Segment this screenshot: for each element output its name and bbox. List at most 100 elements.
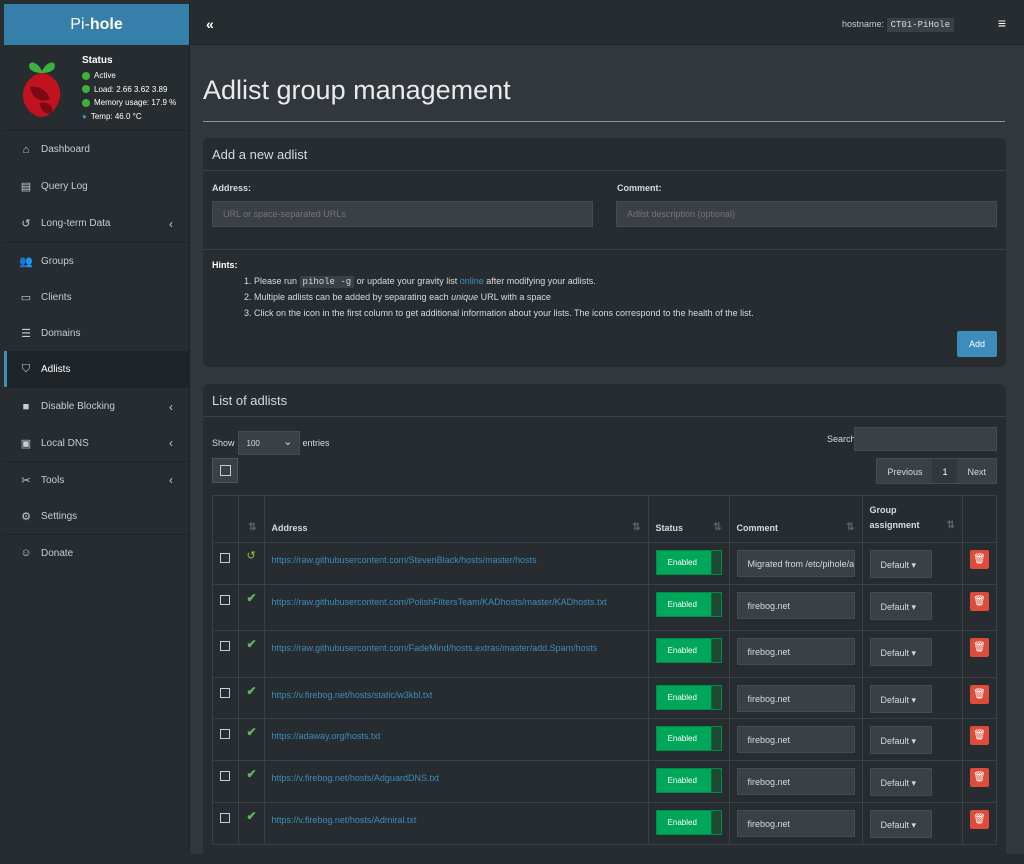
col-health[interactable]: ⇅ (238, 495, 265, 543)
row-checkbox[interactable] (220, 813, 230, 823)
check-icon[interactable]: ✔ (246, 725, 256, 739)
col-address-label: Address (271, 523, 308, 533)
toggle-handle (710, 639, 721, 662)
row-checkbox[interactable] (220, 553, 230, 563)
group-select[interactable]: Default ▾ (869, 810, 932, 838)
col-status-label: Status (655, 523, 684, 533)
comment-field[interactable]: Migrated from /etc/pihole/adlists.list (736, 550, 855, 577)
row-health-cell: ↺ (238, 542, 265, 585)
row-checkbox[interactable] (220, 688, 230, 698)
row-checkbox[interactable] (220, 595, 230, 605)
comment-field[interactable]: firebog.net (736, 810, 855, 837)
sidebar-item-settings[interactable]: ⚙ Settings (4, 498, 189, 534)
col-comment[interactable]: Comment ⇅ (728, 495, 863, 543)
previous-page-button[interactable]: Previous (877, 459, 932, 483)
check-icon[interactable]: ✔ (246, 809, 256, 823)
col-group[interactable]: Group assignment ⇅ (861, 495, 963, 543)
page-1-button[interactable]: 1 (932, 459, 958, 483)
row-action-cell: 🗑 (961, 630, 998, 678)
row-status-cell: Enabled (647, 760, 730, 803)
sidebar-item-query-log[interactable]: ▤ Query Log (4, 168, 189, 205)
sidebar-item-adlists[interactable]: ⛉ Adlists (4, 351, 189, 387)
comment-field[interactable]: firebog.net (736, 592, 855, 619)
trash-icon[interactable]: 🗑 (969, 726, 989, 745)
status-toggle[interactable]: Enabled (655, 726, 722, 751)
status-toggle[interactable]: Enabled (655, 768, 722, 793)
toggle-label: Enabled (667, 693, 697, 702)
col-status[interactable]: Status ⇅ (647, 495, 730, 543)
trash-icon[interactable]: 🗑 (969, 685, 989, 704)
hamburger-menu-icon[interactable]: ≡ (998, 15, 1006, 31)
logo-prefix: Pi- (70, 15, 90, 33)
trash-icon[interactable]: 🗑 (969, 592, 989, 611)
col-address[interactable]: Address ⇅ (263, 495, 649, 543)
row-action-cell: 🗑 (961, 542, 998, 585)
group-select[interactable]: Default ▾ (869, 726, 932, 754)
adlist-address-link[interactable]: https://v.firebog.net/hosts/AdguardDNS.t… (272, 770, 641, 786)
sidebar-item-local-dns[interactable]: ▣ Local DNS ‹ (4, 425, 189, 461)
history-icon[interactable]: ↺ (246, 549, 256, 562)
sidebar-item-groups[interactable]: 👥 Groups (4, 243, 189, 279)
file-icon: ▤ (20, 181, 32, 193)
comment-field[interactable]: firebog.net (736, 638, 855, 665)
raspberry-logo-icon (22, 62, 61, 117)
adlist-address-link[interactable]: https://raw.githubusercontent.com/FadeMi… (272, 640, 641, 656)
trash-icon[interactable]: 🗑 (969, 550, 989, 569)
row-address-cell: https://raw.githubusercontent.com/FadeMi… (263, 630, 649, 678)
row-checkbox[interactable] (220, 729, 230, 739)
row-checkbox[interactable] (220, 641, 230, 651)
status-temp: ● Temp: 46.0 °C (82, 110, 176, 124)
comment-field[interactable]: firebog.net (736, 685, 855, 712)
row-select-cell (211, 802, 240, 845)
entries-select[interactable]: 100 (237, 431, 300, 455)
trash-icon[interactable]: 🗑 (969, 638, 989, 657)
row-status-cell: Enabled (647, 630, 730, 678)
adlist-address-link[interactable]: https://raw.githubusercontent.com/Polish… (272, 594, 641, 610)
group-select[interactable]: Default ▾ (869, 550, 932, 578)
online-link[interactable]: online (460, 276, 484, 286)
row-action-cell: 🗑 (961, 802, 998, 845)
trash-icon[interactable]: 🗑 (969, 810, 989, 829)
toggle-label: Enabled (667, 600, 697, 609)
comment-input[interactable] (616, 201, 997, 227)
check-icon[interactable]: ✔ (246, 637, 256, 651)
pihole-logo-link[interactable]: Pi-hole (4, 4, 189, 45)
status-toggle[interactable]: Enabled (655, 550, 722, 575)
status-toggle[interactable]: Enabled (655, 685, 722, 710)
status-toggle[interactable]: Enabled (655, 638, 722, 663)
adlist-address-link[interactable]: https://v.firebog.net/hosts/Admiral.txt (272, 812, 641, 828)
group-select[interactable]: Default ▾ (869, 592, 932, 620)
sidebar-item-dashboard[interactable]: ⌂ Dashboard (4, 131, 189, 168)
group-select[interactable]: Default ▾ (869, 638, 932, 666)
sidebar-item-clients[interactable]: ▭ Clients (4, 279, 189, 315)
sidebar-item-long-term-data[interactable]: ↺ Long-term Data ‹ (4, 205, 189, 242)
adlist-address-link[interactable]: https://v.firebog.net/hosts/static/w3kbl… (272, 687, 641, 703)
search-input[interactable] (854, 427, 997, 451)
status-toggle[interactable]: Enabled (655, 810, 722, 835)
trash-icon[interactable]: 🗑 (969, 768, 989, 787)
stop-icon: ■ (22, 400, 30, 413)
sidebar-item-domains[interactable]: ☰ Domains (4, 315, 189, 351)
row-checkbox[interactable] (220, 771, 230, 781)
main-content: Adlist group management Add a new adlist… (190, 45, 1024, 864)
comment-field[interactable]: firebog.net (736, 726, 855, 753)
adlist-address-link[interactable]: https://raw.githubusercontent.com/Steven… (272, 552, 641, 568)
sidebar-item-tools[interactable]: ✂ Tools ‹ (4, 462, 189, 498)
group-select[interactable]: Default ▾ (869, 768, 932, 796)
select-all-button[interactable] (212, 458, 238, 483)
comment-field[interactable]: firebog.net (736, 768, 855, 795)
status-toggle[interactable]: Enabled (655, 592, 722, 617)
check-icon[interactable]: ✔ (246, 591, 256, 605)
sidebar-item-donate[interactable]: ☺ Donate (4, 535, 189, 571)
next-page-button[interactable]: Next (957, 459, 996, 483)
group-select[interactable]: Default ▾ (869, 685, 932, 713)
check-icon[interactable]: ✔ (246, 684, 256, 698)
row-action-cell: 🗑 (961, 718, 998, 761)
sidebar-item-disable-blocking[interactable]: ■ Disable Blocking ‹ (4, 388, 189, 425)
sidebar-toggle-button[interactable]: « (206, 16, 214, 32)
check-icon[interactable]: ✔ (246, 767, 256, 781)
address-input[interactable] (212, 201, 593, 227)
row-address-cell: https://raw.githubusercontent.com/Steven… (263, 542, 649, 585)
add-button[interactable]: Add (957, 331, 997, 357)
adlist-address-link[interactable]: https://adaway.org/hosts.txt (272, 728, 641, 744)
